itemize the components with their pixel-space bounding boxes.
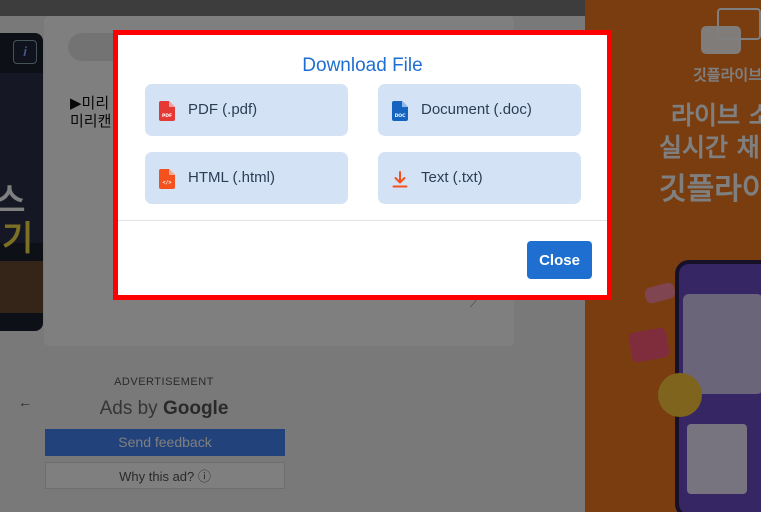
download-file-modal: Download File PDF PDF (.pdf) DOC Documen…	[118, 35, 607, 295]
svg-text:</>: </>	[162, 180, 171, 186]
modal-footer-divider	[118, 220, 607, 221]
html-option-label: HTML (.html)	[188, 169, 275, 186]
pdf-file-icon: PDF	[159, 101, 175, 121]
doc-option-label: Document (.doc)	[421, 101, 532, 118]
pdf-option-label: PDF (.pdf)	[188, 101, 258, 118]
modal-highlight-frame: Download File PDF PDF (.pdf) DOC Documen…	[113, 30, 612, 300]
txt-option-label: Text (.txt)	[421, 169, 483, 186]
download-txt-button[interactable]: Text (.txt)	[378, 152, 581, 204]
html-file-icon: </>	[159, 169, 175, 189]
doc-file-icon: DOC	[392, 101, 408, 121]
download-doc-button[interactable]: DOC Document (.doc)	[378, 84, 581, 136]
download-html-button[interactable]: </> HTML (.html)	[145, 152, 348, 204]
svg-text:PDF: PDF	[162, 113, 172, 119]
download-pdf-button[interactable]: PDF PDF (.pdf)	[145, 84, 348, 136]
modal-title: Download File	[302, 55, 423, 76]
close-button[interactable]: Close	[527, 241, 592, 279]
download-icon	[392, 171, 408, 188]
svg-text:DOC: DOC	[395, 113, 407, 119]
